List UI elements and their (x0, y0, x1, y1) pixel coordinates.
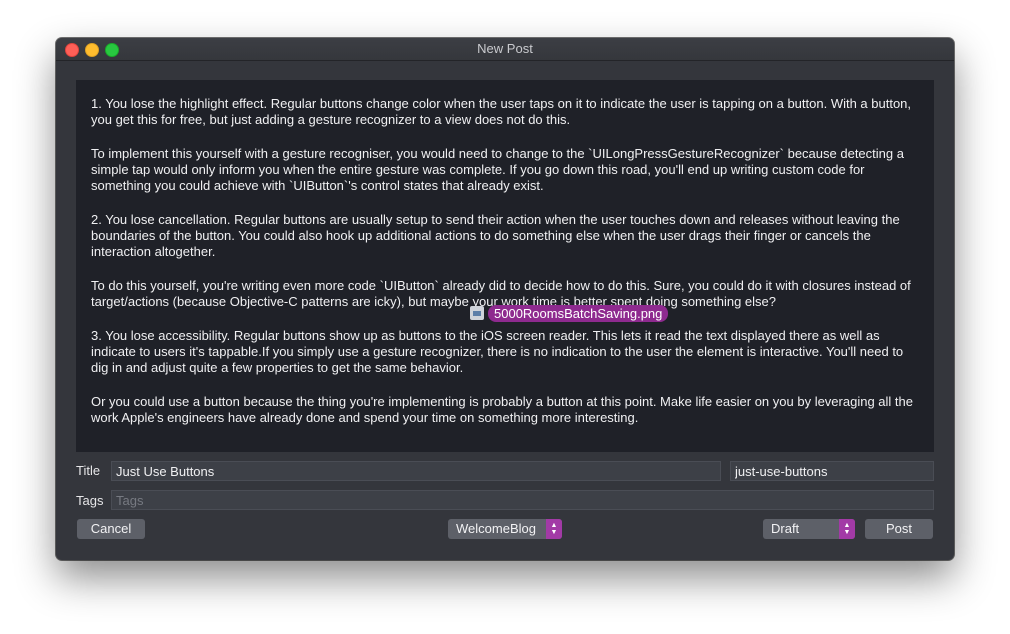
status-select-value: Draft (771, 521, 800, 536)
slug-input[interactable] (730, 461, 934, 481)
body-paragraph: 1. You lose the highlight effect. Regula… (91, 96, 912, 127)
body-paragraph: 2. You lose cancellation. Regular button… (91, 212, 900, 259)
title-label: Title (76, 463, 101, 478)
cancel-button[interactable]: Cancel (77, 519, 145, 539)
dragged-file-name: 5000RoomsBatchSaving.png (488, 304, 669, 322)
body-paragraph: To implement this yourself with a gestur… (91, 146, 904, 193)
status-select[interactable]: Draft ▲ ▼ (763, 519, 855, 539)
post-body-editor[interactable]: 1. You lose the highlight effect. Regula… (76, 80, 934, 452)
file-icon (470, 306, 484, 320)
titlebar[interactable]: New Post (56, 38, 954, 61)
body-paragraph: Or you could use a button because the th… (91, 394, 913, 425)
new-post-window: New Post 1. You lose the highlight effec… (56, 38, 954, 560)
tags-input[interactable] (111, 490, 934, 510)
body-paragraph: 3. You lose accessibility. Regular butto… (91, 328, 904, 375)
window-title: New Post (477, 41, 533, 56)
post-button[interactable]: Post (865, 519, 933, 539)
blog-select-value: WelcomeBlog (456, 521, 536, 536)
blog-select[interactable]: WelcomeBlog ▲ ▼ (448, 519, 562, 539)
tags-label: Tags (76, 493, 104, 508)
title-input[interactable] (111, 461, 721, 481)
dragged-file[interactable]: 5000RoomsBatchSaving.png (470, 304, 669, 322)
stepper-icon: ▲ ▼ (546, 519, 562, 539)
stepper-icon: ▲ ▼ (839, 519, 855, 539)
